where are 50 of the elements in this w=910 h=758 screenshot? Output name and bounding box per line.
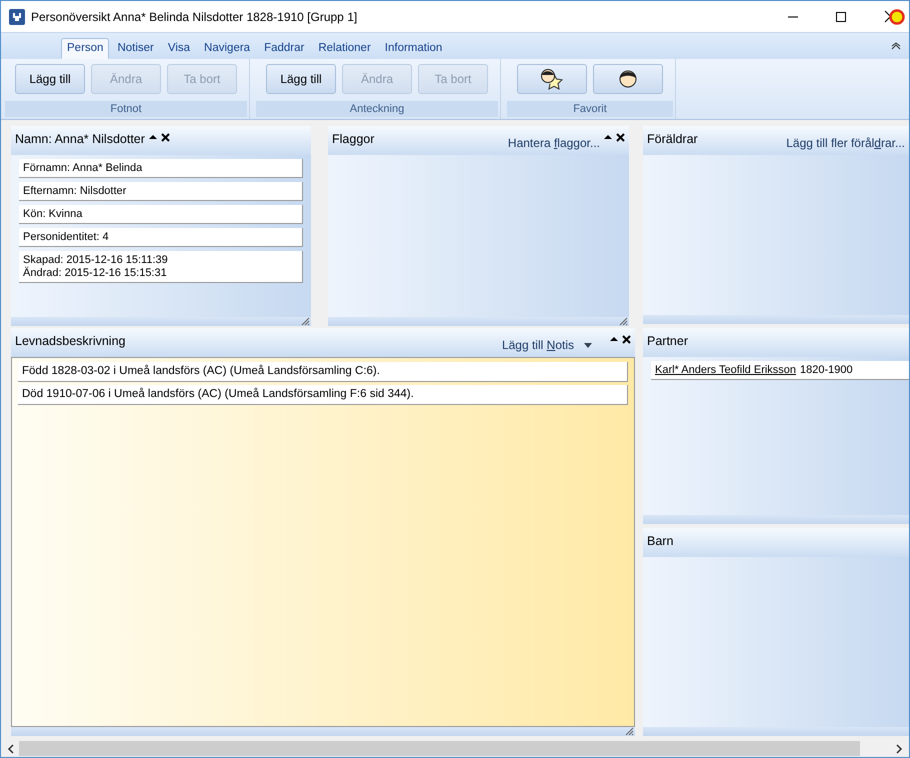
ribbon-tab[interactable]: Relationer xyxy=(312,38,377,59)
resize-grip-icon[interactable] xyxy=(619,317,628,326)
group-caption: Favorit xyxy=(507,101,673,117)
resize-grip-icon[interactable] xyxy=(625,727,634,736)
info-field: Kön: Kvinna xyxy=(19,205,303,224)
dropdown-caret-icon[interactable] xyxy=(584,343,592,348)
ribbon-button[interactable]: Lägg till xyxy=(266,64,336,94)
panel-title: Namn: Anna* Nilsdotter xyxy=(15,132,145,146)
ribbon-tab[interactable]: Navigera xyxy=(198,38,256,59)
manage-flags-link[interactable]: Hantera flaggor... xyxy=(508,136,600,150)
close-icon[interactable] xyxy=(622,335,631,344)
note-entry[interactable]: Född 1828-03-02 i Umeå landsförs (AC) (Umeå Landsförsamling C:6). xyxy=(18,362,628,382)
maximize-icon[interactable] xyxy=(835,10,847,22)
panel-title: Föräldrar xyxy=(647,132,698,146)
star-face-icon xyxy=(540,68,564,90)
partner-link[interactable]: Karl* Anders Teofild Eriksson xyxy=(655,364,796,377)
info-field: Efternamn: Nilsdotter xyxy=(19,182,303,201)
collapse-icon[interactable] xyxy=(148,133,157,141)
group-caption: Anteckning xyxy=(256,101,498,117)
ribbon-tab[interactable]: Visa xyxy=(162,38,196,59)
group-caption: Fotnot xyxy=(5,101,247,117)
info-field: Förnamn: Anna* Belinda xyxy=(19,159,303,178)
collapse-ribbon-icon[interactable] xyxy=(891,42,901,50)
note-entry[interactable]: Död 1910-07-06 i Umeå landsförs (AC) (Umeå Landsförsamling F:6 sid 344). xyxy=(18,385,628,405)
favorite-button[interactable] xyxy=(517,64,587,94)
window-title: Personöversikt Anna* Belinda Nilsdotter 1828-1910 [Grupp 1] xyxy=(31,10,358,24)
add-note-link[interactable]: Lägg till Notis xyxy=(502,338,574,352)
favorite-button[interactable] xyxy=(593,64,663,94)
partner-years: 1820-1900 xyxy=(800,364,853,377)
ribbon-tab[interactable]: Person xyxy=(61,38,110,59)
close-icon[interactable] xyxy=(616,133,625,142)
collapse-icon[interactable] xyxy=(604,133,612,141)
panel-title: Flaggor xyxy=(332,132,374,146)
close-icon[interactable] xyxy=(160,133,170,142)
resize-grip-icon[interactable] xyxy=(301,317,310,326)
app-icon xyxy=(9,8,25,24)
collapse-icon[interactable] xyxy=(610,335,618,343)
ribbon-tab[interactable]: Information xyxy=(378,38,448,59)
panel-title: Partner xyxy=(647,334,688,348)
info-field: Skapad: 2015-12-16 15:11:39 Ändrad: 2015-12-16 15:15:31 xyxy=(19,251,303,283)
add-parents-link[interactable]: Lägg till fler föråldrar... xyxy=(786,136,905,150)
ribbon-button[interactable]: Lägg till xyxy=(15,64,85,94)
close-icon[interactable] xyxy=(883,8,905,26)
panel-title: Barn xyxy=(647,534,674,548)
panel-title: Levnadsbeskrivning xyxy=(15,334,126,348)
face-icon xyxy=(618,69,638,89)
ribbon-tab[interactable]: Faddrar xyxy=(258,38,310,59)
info-field: Personidentitet: 4 xyxy=(19,228,303,247)
scrollbar-thumb[interactable] xyxy=(19,741,860,756)
ribbon-tab[interactable]: Notiser xyxy=(111,38,160,59)
